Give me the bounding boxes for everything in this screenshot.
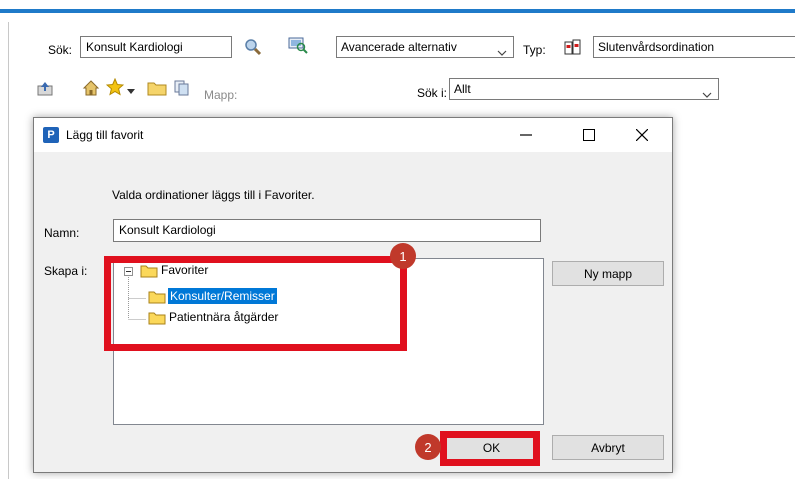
- dialog-title-bar: P Lägg till favorit: [34, 118, 672, 152]
- folder-icon[interactable]: [147, 80, 167, 99]
- highlight-tree: [104, 256, 407, 351]
- search-in-select[interactable]: Allt: [449, 78, 719, 100]
- close-icon: [636, 129, 648, 141]
- minimize-icon: [520, 134, 532, 136]
- dialog-title: Lägg till favorit: [66, 128, 144, 142]
- folder-label: Mapp:: [204, 88, 238, 102]
- type-select[interactable]: Slutenvårdsordination: [593, 36, 795, 58]
- info-text: Valda ordinationer läggs till i Favorite…: [112, 188, 315, 202]
- star-icon[interactable]: [105, 77, 125, 99]
- create-in-label: Skapa i:: [44, 264, 88, 278]
- maximize-button[interactable]: [566, 118, 612, 152]
- medication-type-icon: [562, 37, 582, 60]
- dropdown-arrow-icon[interactable]: [127, 84, 135, 98]
- window-accent-line: [0, 9, 795, 13]
- search-label: Sök:: [48, 43, 73, 57]
- highlight-ok: [440, 431, 540, 466]
- search-input[interactable]: Konsult Kardiologi: [80, 36, 232, 58]
- search-in-value: Allt: [454, 82, 471, 96]
- type-value: Slutenvårdsordination: [598, 40, 715, 54]
- chevron-down-icon: [497, 50, 507, 56]
- app-logo-icon: P: [43, 127, 59, 143]
- advanced-options-select[interactable]: Avancerade alternativ: [336, 36, 514, 58]
- step-badge-1: 1: [390, 243, 416, 269]
- advanced-options-value: Avancerade alternativ: [341, 40, 457, 54]
- find-screen-icon[interactable]: [287, 35, 309, 58]
- name-input[interactable]: Konsult Kardiologi: [113, 219, 541, 242]
- minimize-button[interactable]: [503, 118, 549, 152]
- copy-icon[interactable]: [173, 79, 191, 100]
- home-icon[interactable]: [82, 79, 100, 100]
- step-badge-2: 2: [415, 434, 441, 460]
- name-label: Namn:: [44, 226, 80, 240]
- folder-up-icon[interactable]: [36, 80, 54, 101]
- search-in-label: Sök i:: [417, 86, 448, 100]
- chevron-down-icon: [702, 92, 712, 98]
- cancel-button[interactable]: Avbryt: [552, 435, 664, 460]
- close-button[interactable]: [619, 118, 665, 152]
- search-icon[interactable]: [243, 37, 263, 60]
- maximize-icon: [583, 129, 595, 141]
- type-label: Typ:: [523, 43, 546, 57]
- new-folder-button[interactable]: Ny mapp: [552, 261, 664, 286]
